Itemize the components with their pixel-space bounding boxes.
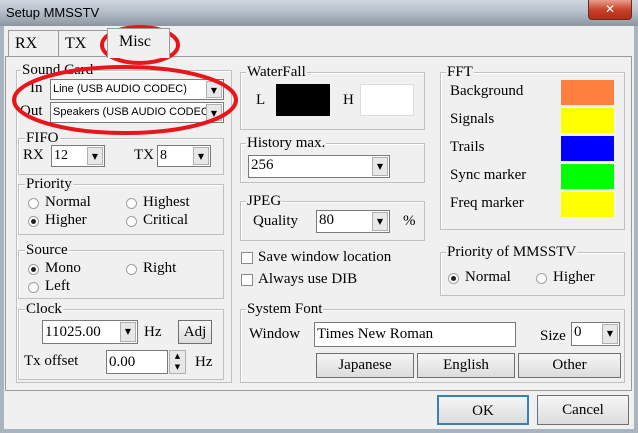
- radio-normal-label: Normal: [45, 194, 91, 210]
- radio-mono[interactable]: [28, 264, 39, 275]
- tab-rx[interactable]: RX: [8, 30, 59, 57]
- sound-out-value: Speakers (USB AUDIO CODEC): [53, 106, 213, 118]
- fifo-tx-value: 8: [160, 148, 167, 163]
- waterfall-l-color[interactable]: [276, 84, 330, 116]
- fft-label: FFT: [446, 64, 474, 80]
- fft-item-label: Signals: [450, 111, 495, 127]
- system-font-label: System Font: [246, 301, 324, 317]
- radio-highest[interactable]: [126, 198, 137, 209]
- chevron-down-icon[interactable]: ▼: [372, 212, 388, 231]
- chevron-down-icon[interactable]: ▼: [372, 157, 388, 176]
- tab-misc[interactable]: Misc: [107, 28, 170, 58]
- radio-normal[interactable]: [28, 198, 39, 209]
- quality-label: Quality: [253, 213, 298, 229]
- chevron-down-icon[interactable]: ▼: [602, 324, 618, 344]
- chevron-down-icon[interactable]: ▼: [120, 322, 136, 342]
- fifo-tx-label: TX: [134, 147, 154, 163]
- chevron-down-icon[interactable]: ▼: [193, 147, 209, 165]
- clock-select[interactable]: 11025.00 ▼: [42, 320, 138, 344]
- radio-mmsstv-higher[interactable]: [536, 273, 547, 284]
- radio-highest-label: Highest: [143, 194, 190, 210]
- fft-color-swatch[interactable]: [561, 164, 614, 189]
- history-value: 256: [251, 157, 274, 173]
- tx-offset-unit: Hz: [195, 354, 213, 370]
- fft-color-swatch[interactable]: [561, 192, 614, 217]
- fifo-rx-select[interactable]: 12 ▼: [51, 145, 105, 167]
- history-select[interactable]: 256 ▼: [248, 155, 390, 178]
- save-window-location-label: Save window location: [258, 249, 392, 265]
- waterfall-h-color[interactable]: [360, 84, 414, 116]
- chevron-down-icon[interactable]: ▼: [87, 147, 103, 165]
- japanese-button[interactable]: Japanese: [316, 353, 414, 378]
- clock-value: 11025.00: [45, 324, 101, 340]
- fft-color-swatch[interactable]: [561, 108, 614, 133]
- history-label: History max.: [246, 135, 327, 151]
- fifo-tx-select[interactable]: 8 ▼: [157, 145, 211, 167]
- font-window-label: Window: [249, 326, 301, 342]
- cancel-button[interactable]: Cancel: [537, 395, 629, 425]
- priority-label: Priority: [25, 176, 73, 192]
- tx-offset-spinner[interactable]: ▲ ▼: [169, 350, 186, 374]
- always-use-dib-label: Always use DIB: [258, 271, 358, 287]
- radio-mmsstv-normal-label: Normal: [465, 269, 511, 285]
- sound-in-value: Line (USB AUDIO CODEC): [53, 83, 187, 95]
- always-use-dib-checkbox[interactable]: [241, 274, 253, 286]
- radio-right[interactable]: [126, 264, 137, 275]
- radio-mono-label: Mono: [45, 260, 81, 276]
- font-size-label: Size: [540, 328, 566, 344]
- clock-unit: Hz: [144, 324, 162, 340]
- radio-higher[interactable]: [28, 216, 39, 227]
- priority-mmsstv-label: Priority of MMSSTV: [446, 244, 578, 260]
- close-icon[interactable]: ✕: [588, 0, 632, 20]
- clock-label: Clock: [25, 301, 63, 317]
- quality-unit: %: [403, 213, 416, 229]
- radio-mmsstv-normal[interactable]: [448, 273, 459, 284]
- fft-color-swatch[interactable]: [561, 80, 614, 105]
- radio-mmsstv-higher-label: Higher: [553, 269, 595, 285]
- tab-tx[interactable]: TX: [58, 30, 108, 57]
- fft-item-label: Sync marker: [450, 167, 527, 183]
- ok-button[interactable]: OK: [437, 395, 529, 425]
- fft-item-label: Freq marker: [450, 195, 524, 211]
- fft-item-label: Trails: [450, 139, 485, 155]
- radio-left-label: Left: [45, 278, 70, 294]
- font-size-value: 0: [574, 324, 582, 340]
- quality-select[interactable]: 80 ▼: [316, 210, 390, 233]
- radio-right-label: Right: [143, 260, 177, 276]
- fifo-rx-label: RX: [23, 147, 44, 163]
- fifo-label: FIFO: [25, 130, 60, 146]
- source-label: Source: [25, 242, 69, 258]
- fifo-rx-value: 12: [54, 148, 68, 163]
- radio-left[interactable]: [28, 282, 39, 293]
- font-size-select[interactable]: 0 ▼: [571, 322, 620, 346]
- waterfall-l-label: L: [256, 92, 266, 108]
- radio-critical[interactable]: [126, 216, 137, 227]
- jpeg-label: JPEG: [246, 193, 283, 209]
- quality-value: 80: [319, 212, 334, 228]
- tx-offset-input[interactable]: 0.00: [106, 350, 168, 374]
- fft-item-label: Background: [450, 83, 524, 99]
- sound-in-select[interactable]: Line (USB AUDIO CODEC) ▼: [50, 79, 224, 100]
- radio-higher-label: Higher: [45, 212, 87, 228]
- other-button[interactable]: Other: [518, 353, 621, 378]
- sound-card-label: Sound Card: [21, 62, 95, 78]
- sound-out-select[interactable]: Speakers (USB AUDIO CODEC) ▼: [50, 102, 224, 123]
- english-button[interactable]: English: [417, 353, 515, 378]
- chevron-down-icon[interactable]: ▼: [206, 81, 222, 98]
- font-window-input[interactable]: Times New Roman: [314, 322, 516, 347]
- chevron-down-icon[interactable]: ▼: [206, 104, 222, 121]
- adj-button[interactable]: Adj: [178, 320, 212, 344]
- out-label: Out: [20, 103, 43, 119]
- fft-color-swatch[interactable]: [561, 136, 614, 161]
- waterfall-h-label: H: [343, 92, 354, 108]
- window-title: Setup MMSSTV: [6, 5, 100, 20]
- waterfall-label: WaterFall: [246, 64, 307, 80]
- in-label: In: [30, 80, 43, 96]
- radio-critical-label: Critical: [143, 212, 188, 228]
- tx-offset-label: Tx offset: [24, 353, 79, 369]
- save-window-location-checkbox[interactable]: [241, 252, 253, 264]
